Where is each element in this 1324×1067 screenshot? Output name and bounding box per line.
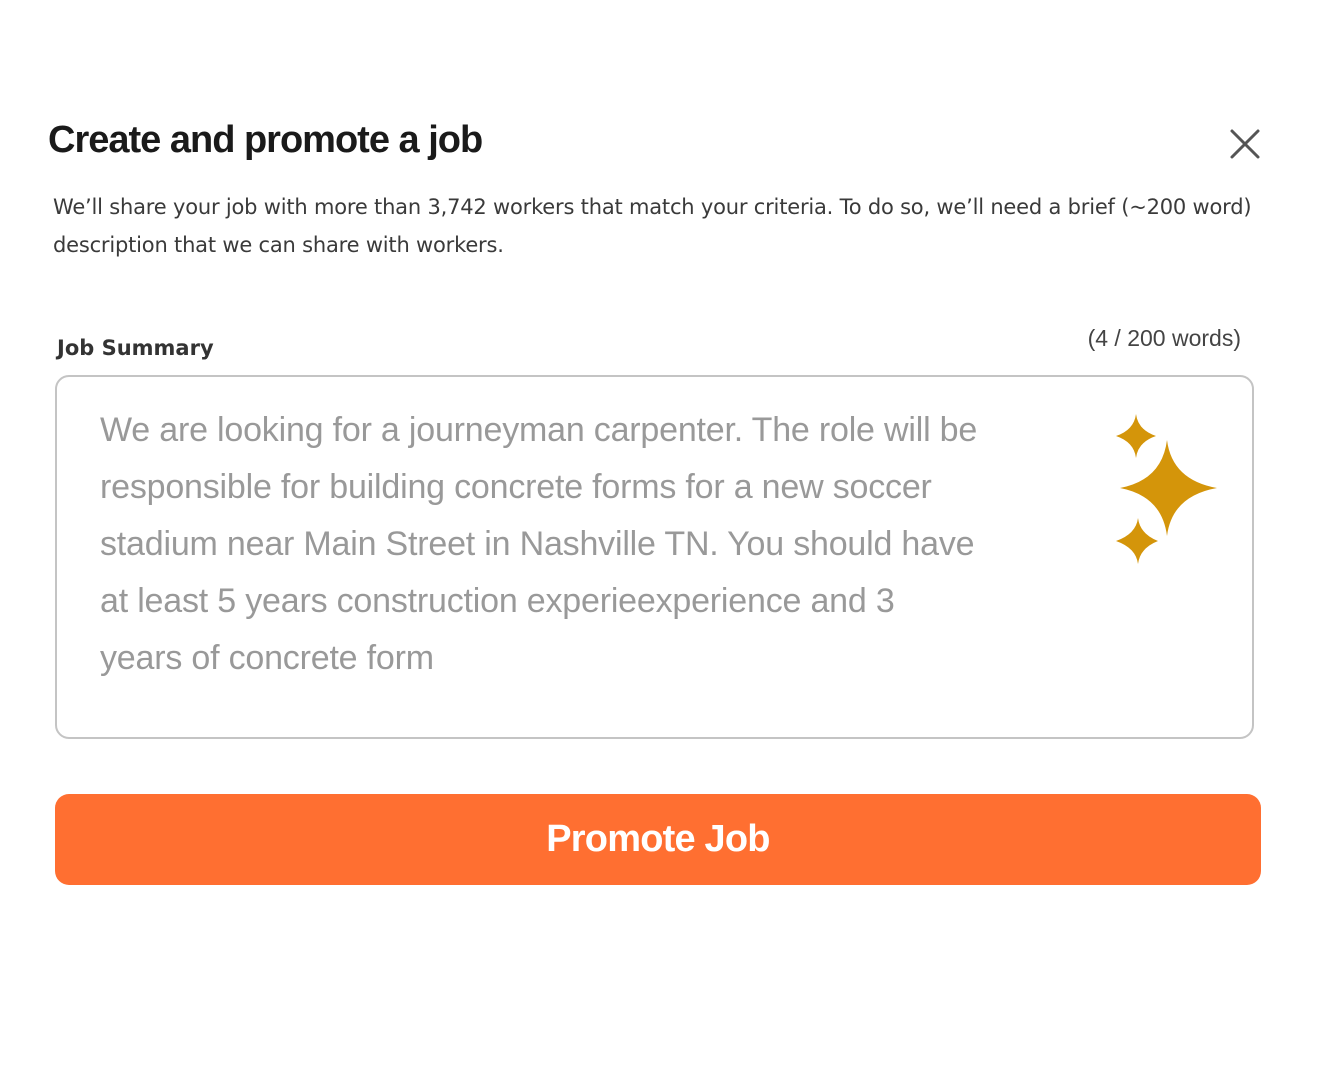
dialog-title: Create and promote a job: [48, 119, 483, 161]
close-button[interactable]: [1226, 125, 1264, 163]
job-summary-text: We are looking for a journeyman carpente…: [100, 411, 978, 677]
create-job-dialog: Create and promote a job We’ll share you…: [0, 0, 1324, 1067]
job-summary-textarea[interactable]: We are looking for a journeyman carpente…: [55, 375, 1254, 739]
job-summary-label: Job Summary: [57, 336, 214, 360]
close-icon: [1230, 129, 1260, 159]
sparkles-icon: [1116, 414, 1217, 564]
dialog-description: We’ll share your job with more than 3,74…: [53, 195, 1252, 257]
ai-assist-button[interactable]: [1112, 410, 1218, 566]
promote-job-button[interactable]: Promote Job: [55, 794, 1261, 885]
word-count: (4 / 200 words): [1087, 325, 1241, 351]
